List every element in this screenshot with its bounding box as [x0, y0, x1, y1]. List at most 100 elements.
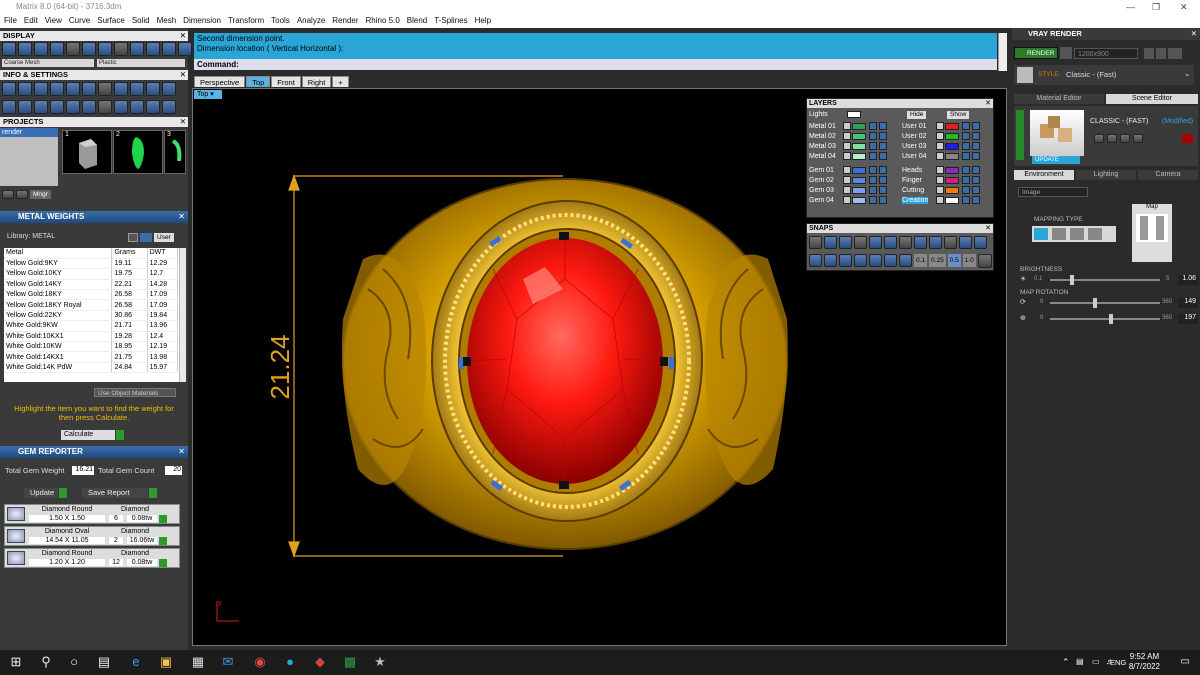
- battery-icon[interactable]: ▭: [1092, 657, 1100, 666]
- menu-dimension[interactable]: Dimension: [183, 14, 221, 28]
- layer-visible-icon[interactable]: [879, 152, 887, 160]
- mapping-sphere-icon[interactable]: [1070, 228, 1084, 240]
- layer-lock-icon[interactable]: [962, 122, 970, 130]
- network-icon[interactable]: ▤: [1076, 657, 1084, 666]
- snap-mode-5-icon[interactable]: [869, 254, 882, 267]
- display-mode-icon[interactable]: [2, 42, 16, 56]
- store-icon[interactable]: ▦: [190, 654, 206, 670]
- gem-reporter-close-icon[interactable]: ✕: [178, 446, 185, 458]
- tab-top[interactable]: Top: [246, 76, 271, 87]
- snap-tool-9-icon[interactable]: [929, 236, 942, 249]
- menu-file[interactable]: File: [4, 14, 17, 28]
- layer-expand-icon[interactable]: [843, 122, 851, 130]
- layer-color-swatch[interactable]: [852, 143, 866, 150]
- layer-expand-icon[interactable]: [843, 166, 851, 174]
- chrome-icon[interactable]: ◉: [252, 654, 268, 670]
- app-icon[interactable]: ●: [282, 654, 298, 670]
- layer-color-swatch[interactable]: [852, 133, 866, 140]
- mat-sphere-2-icon[interactable]: [146, 42, 160, 56]
- layer-row[interactable]: Creation: [902, 196, 992, 205]
- grid-view-icon[interactable]: [2, 100, 16, 114]
- table-row[interactable]: Yellow Gold:14KY 22.21 14.28: [4, 279, 179, 291]
- layer-visible-icon[interactable]: [972, 186, 980, 194]
- project-thumb-3[interactable]: 3: [164, 130, 186, 174]
- snap-tool-12-icon[interactable]: [974, 236, 987, 249]
- layer-expand-icon[interactable]: [936, 152, 944, 160]
- vray-close-icon[interactable]: ✕: [1191, 28, 1197, 40]
- layer-lock-icon[interactable]: [962, 186, 970, 194]
- tool-g-icon[interactable]: [146, 100, 160, 114]
- table-row[interactable]: Yellow Gold:9KY 19.11 12.29: [4, 258, 179, 270]
- tool-c-icon[interactable]: [146, 82, 160, 96]
- layer-row[interactable]: Heads: [902, 166, 992, 175]
- layer-expand-icon[interactable]: [936, 196, 944, 204]
- layer-visible-icon[interactable]: [972, 196, 980, 204]
- layer-row[interactable]: Cutting: [902, 186, 992, 195]
- layer-expand-icon[interactable]: [843, 152, 851, 160]
- options-icon[interactable]: [1168, 48, 1182, 59]
- calculate-go-icon[interactable]: [116, 430, 124, 440]
- layer-row[interactable]: Gem 03: [809, 186, 899, 195]
- layer-expand-icon[interactable]: [936, 122, 944, 130]
- tool-h-icon[interactable]: [162, 100, 176, 114]
- mat-sphere-3-icon[interactable]: [162, 42, 176, 56]
- sphere-icon[interactable]: [34, 42, 48, 56]
- snap-mode-3-icon[interactable]: [839, 254, 852, 267]
- environment-type-select[interactable]: Image: [1018, 187, 1088, 197]
- rot1-track[interactable]: [1050, 302, 1160, 304]
- layer-lock-icon[interactable]: [869, 176, 877, 184]
- layer-lock-icon[interactable]: [869, 186, 877, 194]
- material-select[interactable]: Plastic: [97, 59, 185, 67]
- render-button[interactable]: RENDER: [1014, 47, 1058, 59]
- layer-visible-icon[interactable]: [972, 152, 980, 160]
- rotation-slider-1[interactable]: ⟳ 0 360 149: [1020, 298, 1198, 308]
- update-button[interactable]: Update: [24, 488, 67, 498]
- tool-d-icon[interactable]: [162, 82, 176, 96]
- layer-lock-icon[interactable]: [962, 196, 970, 204]
- mapping-cylinder-icon[interactable]: [1088, 228, 1102, 240]
- metal-weights-close-icon[interactable]: ✕: [178, 211, 185, 223]
- use-object-materials-button[interactable]: Use Object Materials: [94, 388, 176, 397]
- rotation-slider-2[interactable]: ⊕ 0 360 197: [1020, 314, 1198, 324]
- mat-sphere-1-icon[interactable]: [130, 42, 144, 56]
- layer-row[interactable]: Finger: [902, 176, 992, 185]
- sphere-blue-icon[interactable]: [82, 42, 96, 56]
- layer-color-swatch[interactable]: [852, 187, 866, 194]
- table-row[interactable]: Yellow Gold:18KY 26.58 17.09: [4, 289, 179, 301]
- layer-row[interactable]: User 02: [902, 132, 992, 141]
- tab-environment[interactable]: Environment: [1014, 170, 1074, 180]
- layer-row[interactable]: Gem 04: [809, 196, 899, 205]
- snaps-close-icon[interactable]: ✕: [985, 224, 991, 233]
- edge-icon[interactable]: e: [128, 654, 144, 670]
- layer-row[interactable]: Metal 03: [809, 142, 899, 151]
- menu-solid[interactable]: Solid: [132, 14, 150, 28]
- start-icon[interactable]: ⊞: [8, 654, 24, 670]
- calculate-button[interactable]: Calculate: [61, 430, 124, 440]
- library-dropdown[interactable]: [128, 233, 138, 242]
- task-view-icon[interactable]: ▤: [96, 654, 112, 670]
- gem-go-icon[interactable]: [159, 559, 167, 567]
- layer-visible-icon[interactable]: [879, 166, 887, 174]
- style-row[interactable]: STYLE: Classic - (Fast) ⌄: [1014, 65, 1194, 85]
- menu-edit[interactable]: Edit: [24, 14, 38, 28]
- prev-icon[interactable]: [1144, 48, 1154, 59]
- tab-perspective[interactable]: Perspective: [194, 76, 246, 87]
- layer-color-swatch[interactable]: [945, 167, 959, 174]
- menu-render[interactable]: Render: [332, 14, 358, 28]
- copy-preset-icon[interactable]: [1120, 134, 1130, 143]
- tab-front[interactable]: Front: [271, 76, 301, 87]
- language-indicator[interactable]: ENG: [1110, 658, 1126, 667]
- tab-material-editor[interactable]: Material Editor: [1014, 94, 1104, 104]
- layer-row[interactable]: Gem 02: [809, 176, 899, 185]
- menu-curve[interactable]: Curve: [69, 14, 90, 28]
- tool-f-icon[interactable]: [130, 100, 144, 114]
- mapping-planar-icon[interactable]: [1034, 228, 1048, 240]
- table-row[interactable]: Yellow Gold:10KY 19.75 12.7: [4, 268, 179, 280]
- gem-row[interactable]: Diamond Oval 14.54 X 11.05 Diamond 2 16.06tw: [4, 526, 180, 546]
- layer-lock-icon[interactable]: [962, 166, 970, 174]
- reset-icon[interactable]: [1182, 134, 1193, 143]
- box-icon[interactable]: [50, 100, 64, 114]
- layer-lock-icon[interactable]: [962, 152, 970, 160]
- notification-icon[interactable]: ▭: [1181, 656, 1190, 667]
- layer-expand-icon[interactable]: [843, 186, 851, 194]
